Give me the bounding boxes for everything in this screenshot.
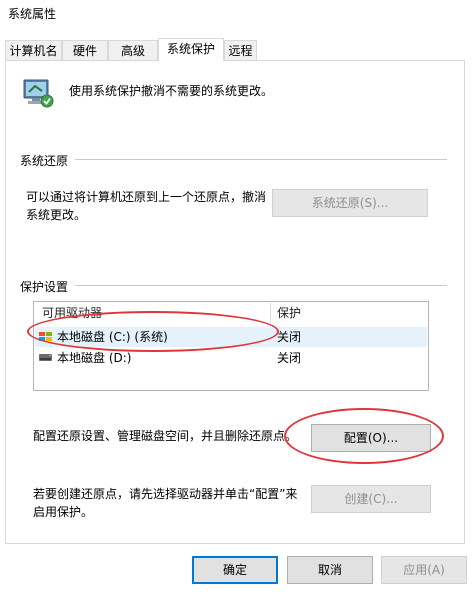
tab-advanced[interactable]: 高级 — [108, 40, 158, 60]
tab-remote[interactable]: 远程 — [224, 40, 257, 60]
tab-system-protection[interactable]: 系统保护 — [158, 38, 224, 61]
system-protection-icon — [20, 76, 56, 112]
system-restore-button[interactable]: 系统还原(S)... — [272, 189, 428, 217]
cancel-button[interactable]: 取消 — [287, 556, 373, 584]
protection-section-label: 保护设置 — [20, 280, 69, 294]
column-header-drives[interactable]: 可用驱动器 — [42, 302, 102, 324]
configure-button[interactable]: 配置(O)... — [311, 424, 431, 452]
restore-description: 可以通过将计算机还原到上一个还原点，撤消系统更改。 — [26, 190, 267, 222]
create-button[interactable]: 创建(C)... — [311, 485, 431, 513]
ok-button[interactable]: 确定 — [192, 556, 278, 584]
apply-button[interactable]: 应用(A) — [381, 556, 467, 584]
drive-name: 本地磁盘 (C:) (系统) — [57, 330, 168, 344]
drive-row-c[interactable]: 本地磁盘 (C:) (系统) 关闭 — [35, 327, 427, 347]
restore-section-label: 系统还原 — [20, 154, 69, 168]
tab-bar: 计算机名 硬件 高级 系统保护 远程 — [5, 38, 468, 61]
drive-protection-status: 关闭 — [277, 330, 302, 344]
configure-description: 配置还原设置、管理磁盘空间，并且删除还原点。 — [33, 429, 298, 443]
protection-divider — [75, 285, 447, 286]
create-description: 若要创建还原点，请先选择驱动器并单击“配置”来启用保护。 — [33, 487, 298, 519]
intro-text: 使用系统保护撤消不需要的系统更改。 — [69, 84, 274, 98]
column-header-protection[interactable]: 保护 — [277, 302, 301, 324]
drive-list[interactable]: 可用驱动器 保护 本地磁盘 (C:) (系统) 关闭 本地磁盘 (D:) 关闭 — [33, 301, 429, 391]
drive-row-d[interactable]: 本地磁盘 (D:) 关闭 — [35, 348, 427, 368]
system-drive-icon — [39, 332, 52, 341]
drive-icon — [39, 354, 52, 361]
window-title: 系统属性 — [8, 7, 57, 21]
drive-protection-status: 关闭 — [277, 351, 302, 365]
tab-hardware[interactable]: 硬件 — [62, 40, 108, 60]
restore-divider — [75, 159, 447, 160]
column-separator — [270, 303, 271, 323]
drive-name: 本地磁盘 (D:) — [57, 351, 132, 365]
tab-computer-name[interactable]: 计算机名 — [5, 40, 62, 60]
